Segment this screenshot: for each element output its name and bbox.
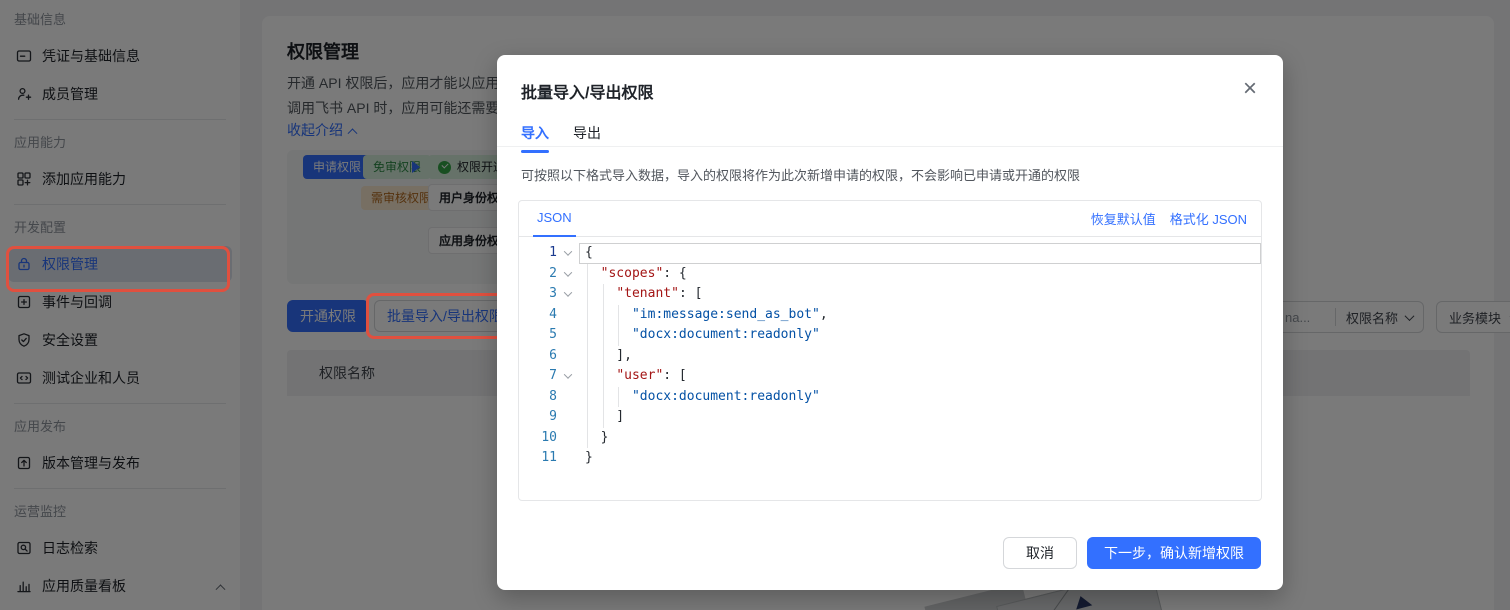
indent-guide bbox=[587, 264, 588, 285]
indent-guide bbox=[587, 284, 588, 305]
code-text: "user": [ bbox=[579, 366, 1261, 387]
indent-guide bbox=[603, 407, 604, 428]
code-line-5[interactable]: 5 "docx:document:readonly" bbox=[519, 325, 1261, 346]
next-step-confirm-button[interactable]: 下一步，确认新增权限 bbox=[1087, 537, 1261, 569]
reset-default-link[interactable]: 恢复默认值 bbox=[1091, 209, 1156, 228]
line-number: 5 bbox=[519, 325, 557, 346]
line-number: 4 bbox=[519, 305, 557, 326]
indent-guide bbox=[603, 325, 604, 346]
code-text: "tenant": [ bbox=[579, 284, 1261, 305]
code-line-6[interactable]: 6 ], bbox=[519, 346, 1261, 367]
json-editor: JSON 恢复默认值 格式化 JSON 1{2 "scopes": {3 "te… bbox=[518, 200, 1262, 501]
editor-actions: 恢复默认值 格式化 JSON bbox=[1091, 209, 1247, 228]
code-text: { bbox=[579, 243, 1261, 264]
code-text: "scopes": { bbox=[579, 264, 1261, 285]
line-number: 2 bbox=[519, 264, 557, 285]
indent-guide bbox=[603, 387, 604, 408]
code-text: "im:message:send_as_bot", bbox=[579, 305, 1261, 326]
json-editor-header: JSON 恢复默认值 格式化 JSON bbox=[519, 201, 1261, 237]
code-line-2[interactable]: 2 "scopes": { bbox=[519, 264, 1261, 285]
indent-guide bbox=[618, 387, 619, 408]
indent-guide bbox=[587, 305, 588, 326]
line-number: 8 bbox=[519, 387, 557, 408]
code-line-8[interactable]: 8 "docx:document:readonly" bbox=[519, 387, 1261, 408]
tab-import[interactable]: 导入 bbox=[521, 123, 549, 153]
indent-guide bbox=[587, 387, 588, 408]
line-number: 7 bbox=[519, 366, 557, 387]
json-format-tab[interactable]: JSON bbox=[533, 201, 576, 237]
line-number: 9 bbox=[519, 407, 557, 428]
code-text: ] bbox=[579, 407, 1261, 428]
indent-guide bbox=[603, 366, 604, 387]
fold-chevron-icon[interactable] bbox=[557, 243, 579, 264]
fold-chevron-icon[interactable] bbox=[557, 284, 579, 305]
line-number: 1 bbox=[519, 243, 557, 264]
code-text: "docx:document:readonly" bbox=[579, 387, 1261, 408]
line-number: 3 bbox=[519, 284, 557, 305]
code-area[interactable]: 1{2 "scopes": {3 "tenant": [4 "im:messag… bbox=[519, 237, 1261, 469]
indent-guide bbox=[587, 346, 588, 367]
code-line-7[interactable]: 7 "user": [ bbox=[519, 366, 1261, 387]
fold-spacer bbox=[557, 407, 579, 428]
fold-chevron-icon[interactable] bbox=[557, 366, 579, 387]
fold-spacer bbox=[557, 305, 579, 326]
indent-guide bbox=[603, 346, 604, 367]
code-line-11[interactable]: 11} bbox=[519, 448, 1261, 469]
code-text: } bbox=[579, 448, 1261, 469]
indent-guide bbox=[603, 284, 604, 305]
annotation-box-batch-import-button bbox=[366, 293, 506, 339]
fold-spacer bbox=[557, 346, 579, 367]
close-icon[interactable]: × bbox=[1239, 73, 1261, 105]
tab-divider bbox=[497, 146, 1283, 147]
indent-guide bbox=[587, 366, 588, 387]
code-line-9[interactable]: 9 ] bbox=[519, 407, 1261, 428]
code-line-10[interactable]: 10 } bbox=[519, 428, 1261, 449]
cancel-button[interactable]: 取消 bbox=[1003, 537, 1077, 569]
code-line-4[interactable]: 4 "im:message:send_as_bot", bbox=[519, 305, 1261, 326]
indent-guide bbox=[587, 428, 588, 449]
format-json-link[interactable]: 格式化 JSON bbox=[1170, 209, 1247, 228]
indent-guide bbox=[587, 325, 588, 346]
modal-footer: 取消 下一步，确认新增权限 bbox=[1003, 537, 1261, 569]
modal-title: 批量导入/导出权限 bbox=[521, 79, 653, 103]
code-text: } bbox=[579, 428, 1261, 449]
annotation-box-permission-management bbox=[6, 246, 230, 292]
indent-guide bbox=[603, 305, 604, 326]
fold-spacer bbox=[557, 387, 579, 408]
fold-chevron-icon[interactable] bbox=[557, 264, 579, 285]
code-line-3[interactable]: 3 "tenant": [ bbox=[519, 284, 1261, 305]
code-line-1[interactable]: 1{ bbox=[519, 243, 1261, 264]
fold-spacer bbox=[557, 428, 579, 449]
indent-guide bbox=[618, 325, 619, 346]
line-number: 11 bbox=[519, 448, 557, 469]
code-text: ], bbox=[579, 346, 1261, 367]
page: 基础信息凭证与基础信息成员管理应用能力添加应用能力开发配置权限管理事件与回调安全… bbox=[0, 0, 1510, 610]
indent-guide bbox=[618, 305, 619, 326]
modal-tabs: 导入 导出 bbox=[521, 123, 601, 153]
line-number: 6 bbox=[519, 346, 557, 367]
indent-guide bbox=[587, 407, 588, 428]
fold-spacer bbox=[557, 448, 579, 469]
code-text: "docx:document:readonly" bbox=[579, 325, 1261, 346]
fold-spacer bbox=[557, 325, 579, 346]
batch-import-export-modal: 批量导入/导出权限 × 导入 导出 可按照以下格式导入数据，导入的权限将作为此次… bbox=[497, 55, 1283, 590]
line-number: 10 bbox=[519, 428, 557, 449]
tab-export[interactable]: 导出 bbox=[573, 123, 601, 153]
modal-description: 可按照以下格式导入数据，导入的权限将作为此次新增申请的权限，不会影响已申请或开通… bbox=[521, 165, 1080, 184]
